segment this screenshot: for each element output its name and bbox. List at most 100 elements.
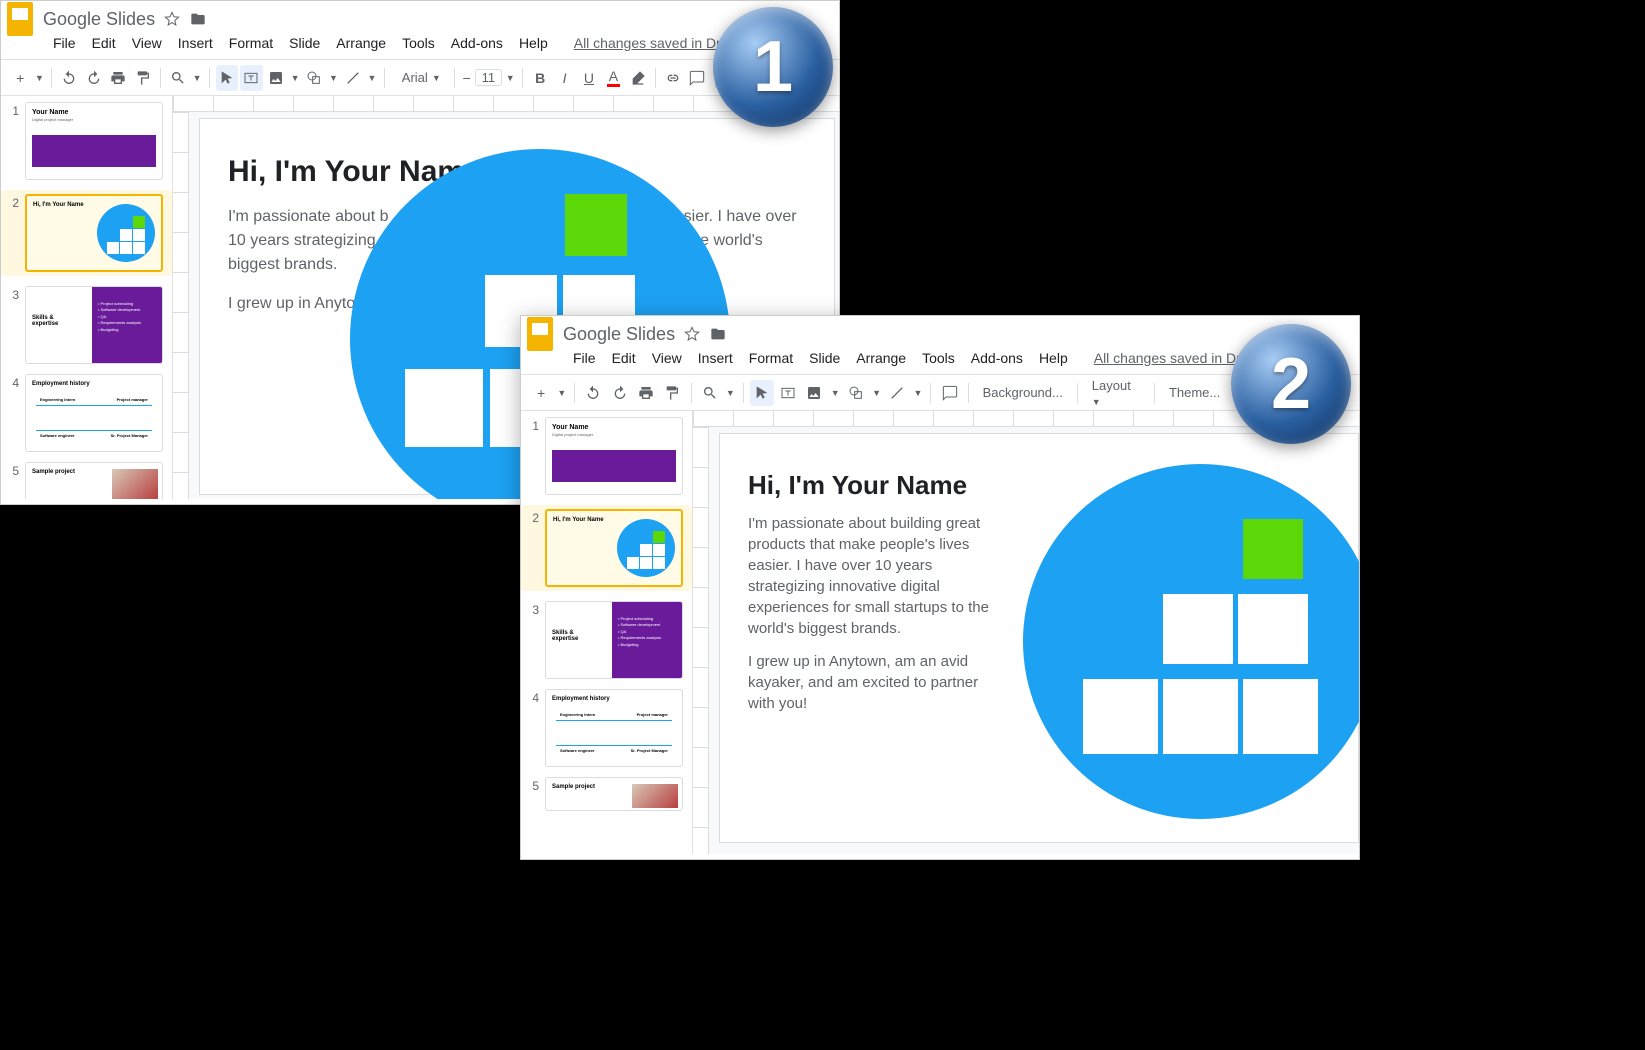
slide-thumbnails[interactable]: 1 Your Name Digital project manager 2 Hi…: [521, 411, 693, 854]
paint-format-button[interactable]: [131, 65, 153, 91]
textbox-button[interactable]: [240, 65, 262, 91]
star-icon[interactable]: [683, 325, 701, 343]
menu-arrange[interactable]: Arrange: [850, 348, 912, 368]
slide-thumb-5[interactable]: Sample project: [25, 462, 163, 499]
vertical-ruler: [173, 112, 189, 499]
paint-format-button[interactable]: [660, 380, 684, 406]
zoom-button[interactable]: [697, 380, 721, 406]
text-color-button[interactable]: A: [602, 65, 624, 91]
menu-tools[interactable]: Tools: [916, 348, 961, 368]
slide-thumb-2[interactable]: Hi, I'm Your Name: [25, 194, 163, 272]
menu-slide[interactable]: Slide: [803, 348, 846, 368]
menu-arrange[interactable]: Arrange: [330, 33, 392, 53]
menu-file[interactable]: File: [47, 33, 82, 53]
image-dropdown[interactable]: ▼: [289, 65, 301, 91]
new-slide-dropdown[interactable]: ▼: [555, 380, 568, 406]
menu-edit[interactable]: Edit: [606, 348, 642, 368]
step-badge-2: 2: [1231, 324, 1351, 444]
image-button[interactable]: [265, 65, 287, 91]
slide-thumb-4[interactable]: Employment history Engineering Intern Pr…: [25, 374, 163, 452]
menu-help[interactable]: Help: [1033, 348, 1074, 368]
white-square: [1163, 594, 1233, 664]
thumb-number: 2: [529, 509, 539, 525]
title-bar: Google Slides: [521, 316, 1359, 346]
slides-logo-icon: [7, 2, 33, 36]
theme-button[interactable]: Theme...: [1161, 381, 1228, 404]
menu-tools[interactable]: Tools: [396, 33, 441, 53]
slide-thumb-2[interactable]: Hi, I'm Your Name: [545, 509, 683, 587]
menu-view[interactable]: View: [126, 33, 168, 53]
comment-button[interactable]: [937, 380, 961, 406]
image-dropdown[interactable]: ▼: [829, 380, 842, 406]
slide-thumbnails[interactable]: 1 Your Name Digital project manager 2 Hi…: [1, 96, 173, 499]
undo-button[interactable]: [581, 380, 605, 406]
italic-button[interactable]: I: [553, 65, 575, 91]
shape-dropdown[interactable]: ▼: [327, 65, 339, 91]
bold-button[interactable]: B: [529, 65, 551, 91]
layout-button[interactable]: Layout ▼: [1084, 374, 1148, 412]
menu-slide[interactable]: Slide: [283, 33, 326, 53]
slide-title[interactable]: Hi, I'm Your Name: [748, 470, 992, 501]
textbox-button[interactable]: [776, 380, 800, 406]
new-slide-dropdown[interactable]: ▼: [33, 65, 45, 91]
shape-button[interactable]: [303, 65, 325, 91]
thumb-number: 5: [9, 462, 19, 478]
thumb-number: 3: [529, 601, 539, 617]
link-button[interactable]: [662, 65, 684, 91]
slide-paragraph-2[interactable]: I grew up in Anytown, am an avid kayaker…: [748, 651, 998, 714]
select-tool-button[interactable]: [216, 65, 238, 91]
print-button[interactable]: [107, 65, 129, 91]
menu-format[interactable]: Format: [743, 348, 799, 368]
fontsize-dec[interactable]: −: [461, 65, 473, 91]
menu-addons[interactable]: Add-ons: [965, 348, 1029, 368]
image-button[interactable]: [802, 380, 826, 406]
menu-file[interactable]: File: [567, 348, 602, 368]
document-title[interactable]: Google Slides: [563, 324, 675, 345]
slide-canvas[interactable]: Hi, I'm Your Name I'm passionate about b…: [719, 433, 1359, 843]
highlight-button[interactable]: [627, 65, 649, 91]
canvas-area[interactable]: Hi, I'm Your Name I'm passionate about b…: [693, 411, 1359, 854]
slide-thumb-1[interactable]: Your Name Digital project manager: [545, 417, 683, 495]
slide-thumb-3[interactable]: Skills & expertise • Project scheduling …: [25, 286, 163, 364]
menu-help[interactable]: Help: [513, 33, 554, 53]
slide-thumb-1[interactable]: Your Name Digital project manager: [25, 102, 163, 180]
line-dropdown[interactable]: ▼: [911, 380, 924, 406]
redo-button[interactable]: [83, 65, 105, 91]
shape-button[interactable]: [844, 380, 868, 406]
line-button[interactable]: [885, 380, 909, 406]
star-icon[interactable]: [163, 10, 181, 28]
background-button[interactable]: Background...: [975, 381, 1071, 404]
fontsize-input[interactable]: 11: [475, 69, 503, 86]
folder-icon[interactable]: [709, 325, 727, 343]
zoom-dropdown[interactable]: ▼: [724, 380, 737, 406]
thumb-number: 1: [9, 102, 19, 118]
menu-insert[interactable]: Insert: [692, 348, 739, 368]
step-badge-1: 1: [713, 7, 833, 127]
line-dropdown[interactable]: ▼: [366, 65, 378, 91]
menu-view[interactable]: View: [646, 348, 688, 368]
shape-dropdown[interactable]: ▼: [870, 380, 883, 406]
font-select[interactable]: Arial▼: [391, 69, 448, 86]
slide-thumb-3[interactable]: Skills & expertise • Project scheduling …: [545, 601, 683, 679]
new-slide-button[interactable]: +: [529, 380, 553, 406]
zoom-dropdown[interactable]: ▼: [191, 65, 203, 91]
folder-icon[interactable]: [189, 10, 207, 28]
slide-thumb-5[interactable]: Sample project: [545, 777, 683, 811]
print-button[interactable]: [634, 380, 658, 406]
comment-button[interactable]: [686, 65, 708, 91]
new-slide-button[interactable]: +: [9, 65, 31, 91]
slide-paragraph-1[interactable]: I'm passionate about building great prod…: [748, 513, 998, 639]
menu-addons[interactable]: Add-ons: [445, 33, 509, 53]
line-button[interactable]: [342, 65, 364, 91]
menu-format[interactable]: Format: [223, 33, 279, 53]
underline-button[interactable]: U: [578, 65, 600, 91]
redo-button[interactable]: [608, 380, 632, 406]
select-tool-button[interactable]: [750, 380, 774, 406]
menu-edit[interactable]: Edit: [86, 33, 122, 53]
slide-thumb-4[interactable]: Employment history Engineering Intern Pr…: [545, 689, 683, 767]
document-title[interactable]: Google Slides: [43, 9, 155, 30]
zoom-button[interactable]: [167, 65, 189, 91]
fontsize-inc[interactable]: ▼: [504, 65, 516, 91]
undo-button[interactable]: [58, 65, 80, 91]
menu-insert[interactable]: Insert: [172, 33, 219, 53]
